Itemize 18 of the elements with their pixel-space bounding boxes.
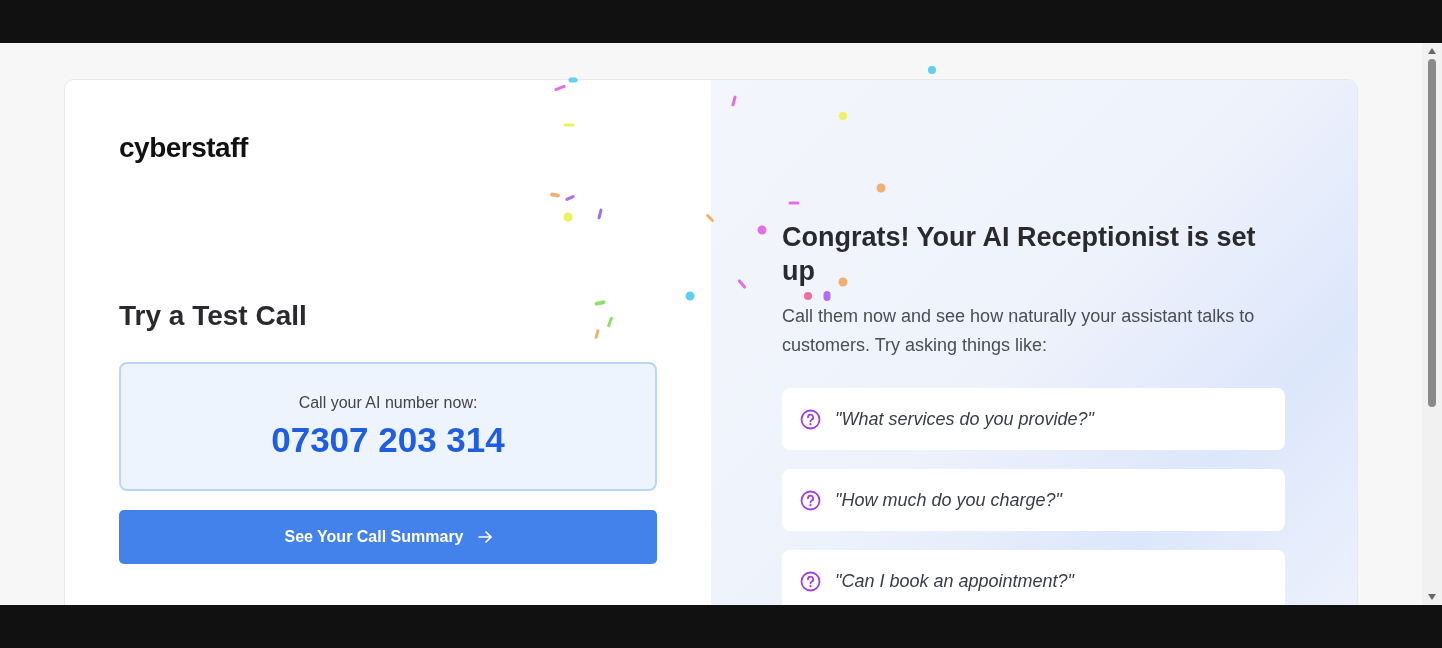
congrats-text: Call them now and see how naturally your assistant talks to customers. Try asking things like: (782, 305, 1256, 357)
scroll-down-icon[interactable] (1427, 593, 1437, 601)
logo: cyberstaff (119, 132, 248, 164)
section-title: Try a Test Call (119, 300, 307, 332)
question-icon (800, 408, 821, 430)
phone-number: 07307 203 314 (271, 419, 505, 460)
arrow-right-icon (477, 531, 492, 543)
question-text: "What services do you provide?" (835, 408, 1094, 430)
number-label: Call your AI number now: (298, 393, 478, 412)
question-icon (800, 570, 821, 592)
scrollbar[interactable] (1422, 43, 1442, 605)
scroll-thumb[interactable] (1428, 59, 1436, 407)
congrats-title: Congrats! Your AI Receptionist is set up (782, 221, 1257, 288)
call-summary-button[interactable]: See Your Call Summary (119, 510, 657, 564)
scroll-up-icon[interactable] (1427, 47, 1437, 55)
question-icon (800, 489, 821, 511)
question-text: "Can I book an appointment?" (835, 570, 1074, 592)
question-text: "How much do you charge?" (835, 489, 1062, 511)
